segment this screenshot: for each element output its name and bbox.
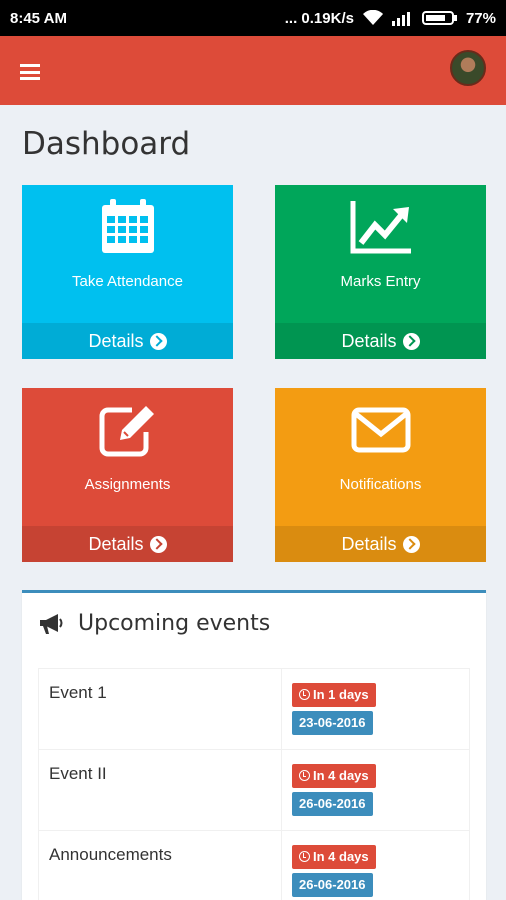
- date-badge: 23-06-2016: [292, 711, 373, 735]
- clock-icon: [299, 851, 310, 862]
- assignments-tile[interactable]: Assignments Details: [22, 388, 233, 562]
- details-label: Details: [88, 533, 144, 554]
- days-badge: In 4 days: [292, 764, 376, 788]
- date-badge: 26-06-2016: [292, 792, 373, 816]
- details-link[interactable]: Details: [22, 526, 233, 562]
- days-text: In 4 days: [313, 768, 369, 783]
- table-row: Event 1 In 1 days 23-06-2016: [38, 668, 470, 750]
- arrow-circle-right-icon: [149, 535, 167, 553]
- clock-icon: [299, 770, 310, 781]
- event-name: Event 1: [38, 668, 282, 750]
- battery-icon: [421, 11, 457, 25]
- app-bar: [0, 36, 506, 105]
- events-table: Event 1 In 1 days 23-06-2016 Event II In…: [38, 668, 470, 900]
- details-label: Details: [88, 330, 144, 351]
- event-badges: In 1 days 23-06-2016: [281, 668, 470, 750]
- table-row: Announcements In 4 days 26-06-2016: [38, 830, 470, 900]
- table-row: Event II In 4 days 26-06-2016: [38, 749, 470, 831]
- status-time: 8:45 AM: [10, 9, 67, 27]
- details-label: Details: [341, 533, 397, 554]
- details-link[interactable]: Details: [275, 323, 486, 359]
- clock-icon: [299, 689, 310, 700]
- hamburger-icon[interactable]: [20, 64, 40, 80]
- days-badge: In 1 days: [292, 683, 376, 707]
- take-attendance-tile[interactable]: Take Attendance Details: [22, 185, 233, 359]
- details-label: Details: [341, 330, 397, 351]
- battery-level: 77%: [465, 9, 496, 27]
- events-title: Upcoming events: [78, 611, 271, 636]
- user-avatar[interactable]: [450, 50, 486, 86]
- tile-label: Assignments: [84, 476, 171, 493]
- status-bar: 8:45 AM ... 0.19K/s 77%: [0, 0, 506, 36]
- event-name: Event II: [38, 749, 282, 831]
- tile-label: Notifications: [339, 476, 422, 493]
- page-title: Dashboard: [22, 126, 191, 162]
- upcoming-events-box: Upcoming events Event 1 In 1 days 23-06-…: [22, 590, 486, 900]
- days-badge: In 4 days: [292, 845, 376, 869]
- details-link[interactable]: Details: [22, 323, 233, 359]
- notifications-tile[interactable]: Notifications Details: [275, 388, 486, 562]
- events-header: Upcoming events: [38, 611, 270, 636]
- marks-entry-tile[interactable]: Marks Entry Details: [275, 185, 486, 359]
- arrow-circle-right-icon: [402, 535, 420, 553]
- event-badges: In 4 days 26-06-2016: [281, 830, 470, 900]
- event-badges: In 4 days 26-06-2016: [281, 749, 470, 831]
- days-text: In 1 days: [313, 687, 369, 702]
- event-name: Announcements: [38, 830, 282, 900]
- tile-label: Marks Entry: [340, 273, 421, 290]
- signal-icon: [391, 12, 410, 26]
- bullhorn-icon: [40, 613, 63, 634]
- date-badge: 26-06-2016: [292, 873, 373, 897]
- calendar-icon: [101, 199, 154, 253]
- arrow-circle-right-icon: [149, 332, 167, 350]
- tile-label: Take Attendance: [72, 273, 183, 290]
- envelope-icon: [351, 407, 410, 453]
- edit-icon: [99, 406, 154, 457]
- status-indicators: ... 0.19K/s 77%: [285, 10, 496, 27]
- network-speed: ... 0.19K/s: [284, 9, 354, 27]
- arrow-circle-right-icon: [402, 332, 420, 350]
- line-chart-icon: [350, 201, 411, 254]
- days-text: In 4 days: [313, 849, 369, 864]
- wifi-icon: [362, 10, 383, 25]
- details-link[interactable]: Details: [275, 526, 486, 562]
